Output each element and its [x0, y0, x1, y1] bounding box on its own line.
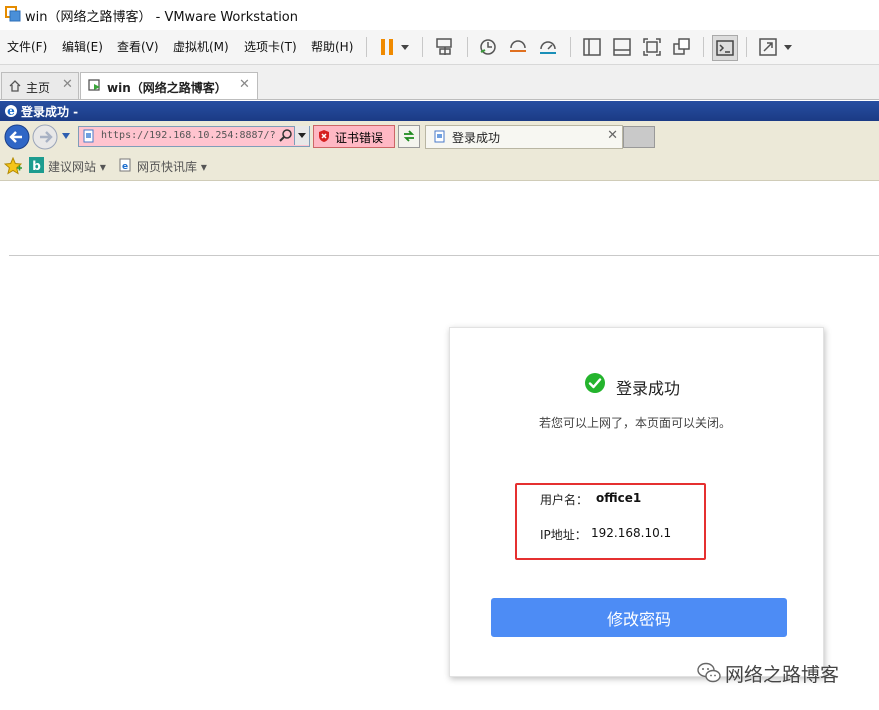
close-page-note: 若您可以上网了，本页面可以关闭。 [539, 416, 732, 430]
new-tab-button[interactable] [623, 126, 655, 148]
watermark: 网络之路博客 [697, 660, 855, 688]
sidebar-view-icon[interactable] [581, 36, 603, 58]
chevron-down-icon [298, 133, 306, 138]
browser-tab[interactable]: 登录成功 ✕ [425, 125, 623, 149]
tab-label: 主页 [26, 81, 51, 95]
toolbar-separator [366, 37, 367, 57]
history-dropdown-icon[interactable] [60, 131, 72, 141]
unity-icon[interactable] [671, 36, 693, 58]
favorites-star-icon[interactable] [4, 157, 22, 175]
check-circle-icon [585, 373, 605, 393]
snapshot-manager-icon[interactable] [537, 36, 559, 58]
wechat-icon [697, 662, 721, 683]
page-divider [9, 255, 879, 256]
terminal-icon[interactable] [712, 35, 738, 61]
send-ctrl-alt-del-icon[interactable] [434, 36, 456, 58]
address-bar[interactable]: https://192.168.10.254:8887/? [78, 126, 310, 147]
back-button[interactable] [4, 124, 30, 150]
ie-titlebar: e 登录成功 - [0, 101, 879, 121]
menu-tabs[interactable]: 选项卡(T) [244, 38, 297, 55]
certificate-error-button[interactable]: 证书错误 [313, 125, 395, 148]
ip-label: IP地址： [540, 528, 587, 542]
menu-help[interactable]: 帮助(H) [311, 38, 353, 55]
dropdown-icon[interactable] [398, 36, 412, 58]
page-icon [83, 129, 94, 143]
tab-home[interactable]: 主页 ✕ [1, 72, 79, 99]
tab-title: 登录成功 [452, 131, 501, 145]
svg-text:e: e [7, 104, 15, 118]
favorite-web-slice-gallery[interactable]: 网页快讯库 ▾ [137, 158, 207, 175]
pause-icon[interactable] [377, 36, 399, 58]
vm-icon [88, 79, 100, 91]
menu-view[interactable]: 查看(V) [117, 38, 159, 55]
revert-snapshot-icon[interactable] [507, 36, 529, 58]
ip-value: 192.168.10.1 [591, 526, 672, 540]
favorite-suggested-sites[interactable]: 建议网站 ▾ [48, 158, 106, 175]
toolbar-separator [422, 37, 423, 57]
username-label: 用户名： [540, 493, 589, 507]
menubar: 文件(F) 编辑(E) 查看(V) 虚拟机(M) 选项卡(T) 帮助(H) [0, 30, 879, 65]
address-dropdown-button[interactable] [294, 126, 309, 145]
vmware-app-icon [5, 6, 21, 22]
tab-label: win（网络之路博客） [107, 81, 227, 95]
web-slice-icon: e [119, 158, 131, 172]
dropdown-icon[interactable] [781, 36, 795, 58]
close-icon[interactable]: ✕ [239, 77, 250, 92]
refresh-button[interactable] [398, 125, 420, 148]
tab-vm-win[interactable]: win（网络之路博客） ✕ [80, 72, 258, 99]
snapshot-icon[interactable] [477, 36, 499, 58]
toolbar-separator [746, 37, 747, 57]
ie-window-title: 登录成功 - [21, 105, 79, 119]
menu-vm[interactable]: 虚拟机(M) [173, 38, 229, 55]
vm-tabbar: 主页 ✕ win（网络之路博客） ✕ [0, 65, 879, 100]
address-text: https://192.168.10.254:8887/? [101, 130, 276, 141]
home-icon [9, 80, 21, 92]
svg-text:b: b [32, 159, 41, 173]
window-title: win（网络之路博客） - VMware Workstation [25, 10, 298, 25]
fullscreen-icon[interactable] [641, 36, 663, 58]
toolbar-separator [467, 37, 468, 57]
page-icon [434, 130, 445, 143]
favorites-bar: b 建议网站 ▾ e 网页快讯库 ▾ [0, 153, 879, 181]
bing-icon: b [29, 157, 44, 173]
shield-error-icon [319, 130, 329, 142]
window-titlebar: win（网络之路博客） - VMware Workstation [0, 0, 879, 30]
close-icon[interactable]: ✕ [607, 128, 618, 143]
ie-logo-icon: e [5, 104, 17, 118]
forward-button[interactable] [32, 124, 58, 150]
watermark-text: 网络之路博客 [725, 664, 840, 686]
search-icon[interactable] [278, 128, 293, 143]
toolbar-separator [570, 37, 571, 57]
menu-file[interactable]: 文件(F) [7, 38, 47, 55]
toolbar-separator [703, 37, 704, 57]
refresh-icon [403, 130, 415, 142]
change-password-button[interactable]: 修改密码 [491, 598, 787, 637]
svg-text:e: e [122, 162, 128, 172]
stretch-icon[interactable] [757, 36, 779, 58]
console-view-icon[interactable] [611, 36, 633, 58]
menu-edit[interactable]: 编辑(E) [62, 38, 103, 55]
close-icon[interactable]: ✕ [62, 77, 73, 92]
cert-error-label: 证书错误 [335, 131, 384, 145]
page-title: 登录成功 [616, 379, 681, 398]
username-value: office1 [596, 491, 642, 505]
